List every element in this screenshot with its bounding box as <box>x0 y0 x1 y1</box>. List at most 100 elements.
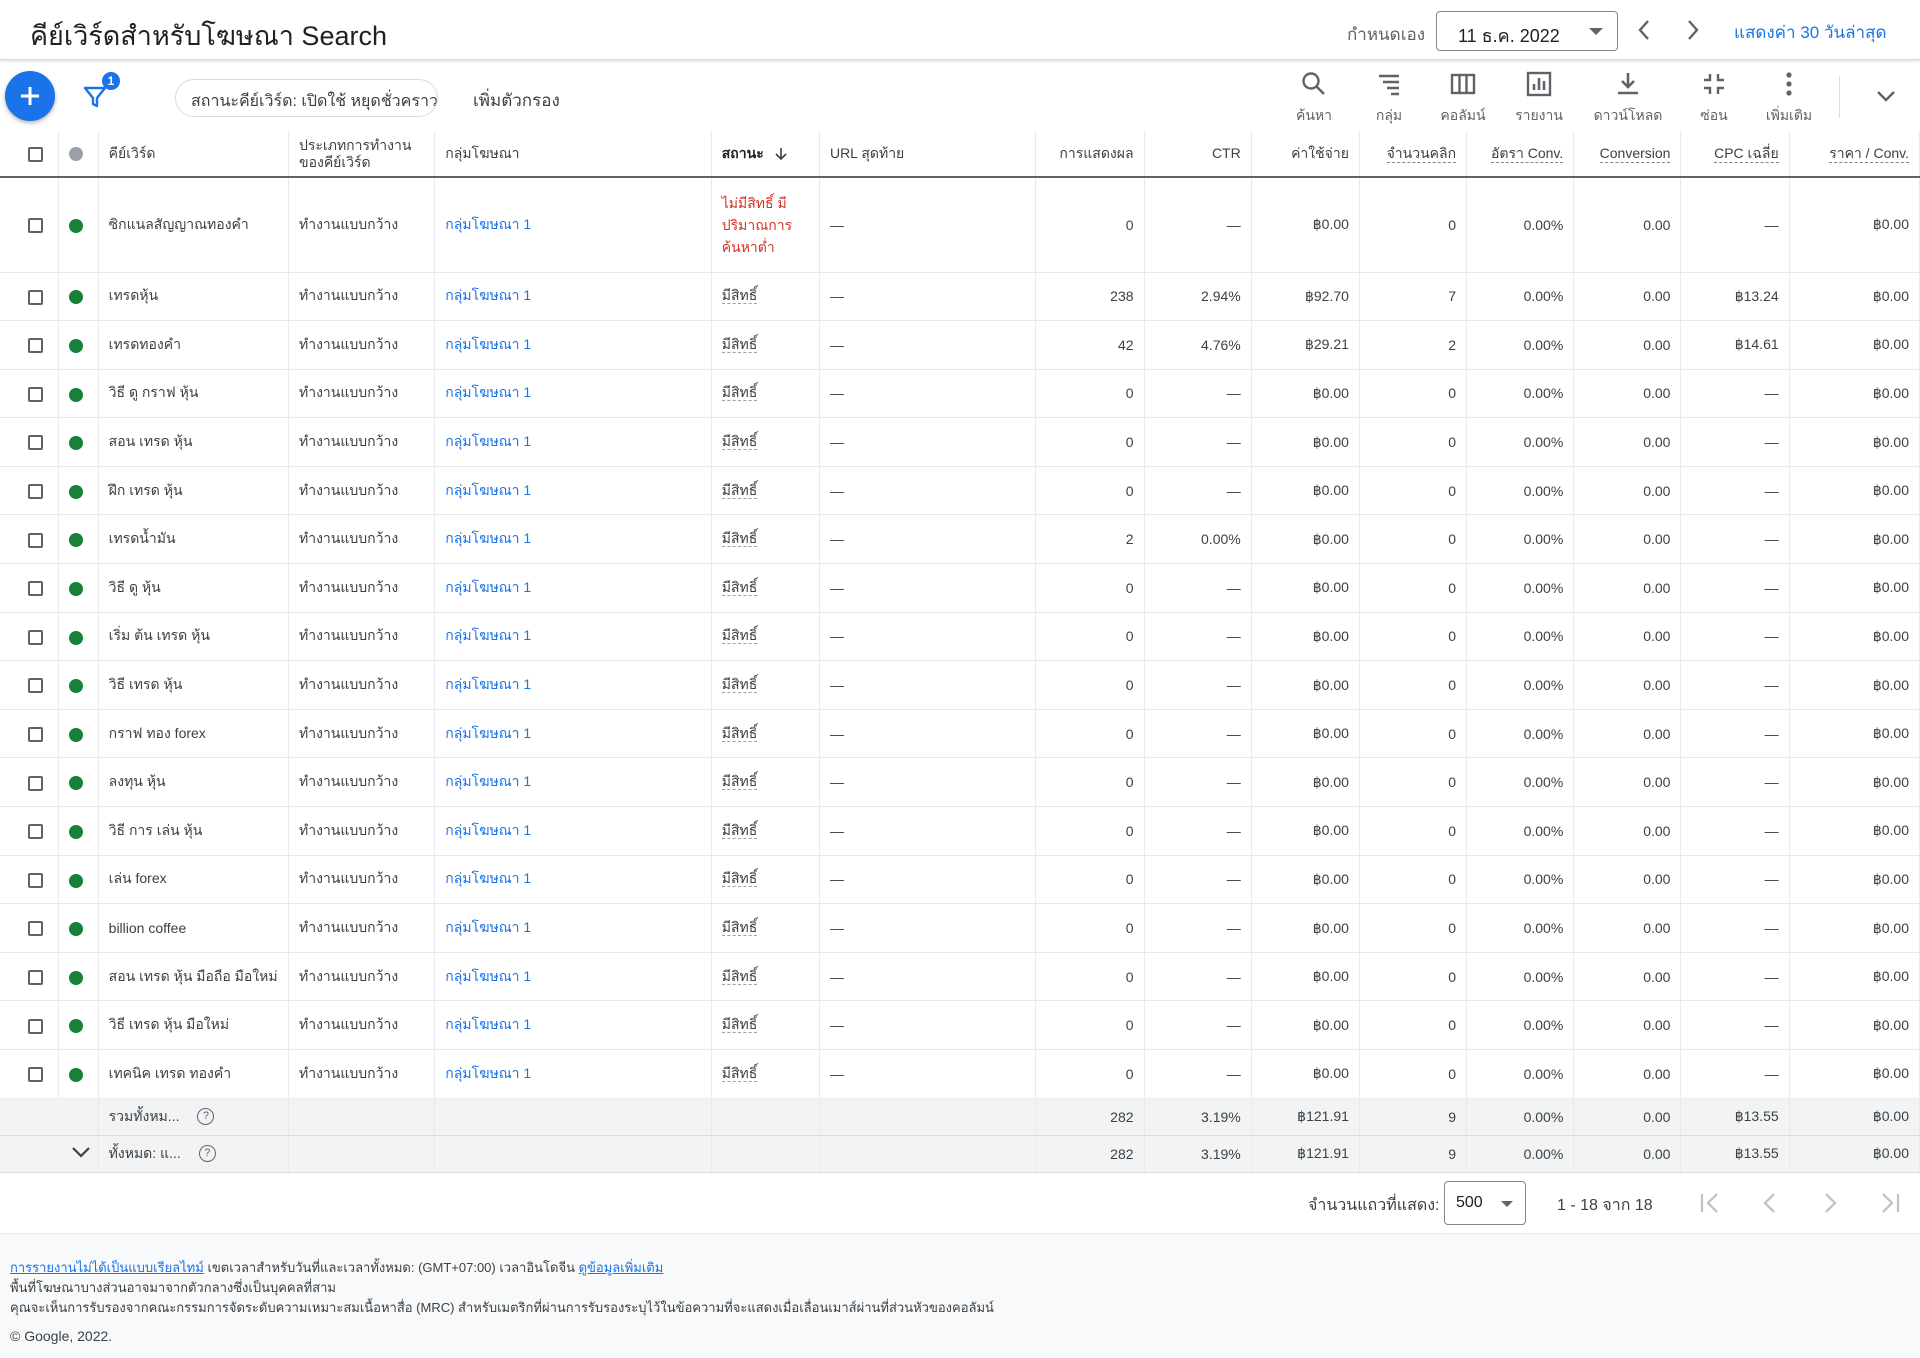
keyword-cell[interactable]: วิธี เทรด หุ้น มือใหม่ <box>98 1000 290 1050</box>
add-filter-button[interactable]: เพิ่มตัวกรอง <box>473 87 560 114</box>
enabled-status-dot[interactable] <box>68 776 83 791</box>
enabled-status-dot[interactable] <box>68 290 83 305</box>
row-checkbox[interactable] <box>28 218 43 234</box>
collapse-tool-button[interactable]: ซ่อน <box>1679 70 1749 127</box>
search-tool-button[interactable]: ค้นหา <box>1279 70 1349 127</box>
keyword-cell[interactable]: ฝึก เทรด หุ้น <box>98 466 290 516</box>
enabled-status-dot[interactable] <box>68 824 83 839</box>
row-checkbox[interactable] <box>28 1018 43 1034</box>
keyword-cell[interactable]: สอน เทรด หุ้น <box>98 417 290 467</box>
enabled-status-dot[interactable] <box>68 484 83 499</box>
ad-group-link[interactable]: กลุ่มโฆษณา 1 <box>434 1049 712 1099</box>
row-checkbox[interactable] <box>28 484 43 500</box>
header-match-type[interactable]: ประเภทการทำงานของคีย์เวิร์ด <box>288 131 436 178</box>
row-checkbox[interactable] <box>28 386 43 402</box>
header-ctr[interactable]: CTR <box>1144 131 1252 178</box>
ad-group-link[interactable]: กลุ่มโฆษณา 1 <box>434 466 712 516</box>
header-conversions[interactable]: Conversion <box>1573 131 1682 178</box>
keyword-cell[interactable]: เทรดน้ำมัน <box>98 514 290 565</box>
row-checkbox[interactable] <box>28 727 43 743</box>
chevron-down-icon[interactable] <box>70 1141 92 1163</box>
enabled-status-dot[interactable] <box>68 1019 83 1034</box>
ad-group-link[interactable]: กลุ่มโฆษณา 1 <box>434 806 712 856</box>
header-status[interactable]: สถานะ <box>711 131 820 178</box>
ad-group-link[interactable]: กลุ่มโฆษณา 1 <box>434 709 712 759</box>
ad-group-link[interactable]: กลุ่มโฆษณา 1 <box>434 903 712 953</box>
learn-more-link[interactable]: ดูข้อมูลเพิ่มเติม <box>579 1260 664 1275</box>
keyword-cell[interactable]: วิธี เทรด หุ้น <box>98 660 290 710</box>
keyword-cell[interactable]: วิธี ดู กราฟ หุ้น <box>98 369 290 419</box>
ad-group-link[interactable]: กลุ่มโฆษณา 1 <box>434 417 712 467</box>
not-realtime-link[interactable]: การรายงานไม่ได้เป็นแบบเรียลไทม์ <box>10 1260 204 1275</box>
header-ad-group[interactable]: กลุ่มโฆษณา <box>434 131 712 178</box>
ad-group-link[interactable]: กลุ่มโฆษณา 1 <box>434 514 712 565</box>
rows-per-page-select[interactable]: 500 <box>1444 1181 1526 1225</box>
ad-group-link[interactable]: กลุ่มโฆษณา 1 <box>434 952 712 1002</box>
header-avg-cpc[interactable]: CPC เฉลี่ย <box>1680 131 1790 178</box>
keyword-cell[interactable]: เล่น forex <box>98 855 290 905</box>
enabled-status-dot[interactable] <box>68 339 83 354</box>
header-cost-per-conv[interactable]: ราคา / Conv. <box>1789 131 1920 178</box>
ad-group-link[interactable]: กลุ่มโฆษณา 1 <box>434 320 712 370</box>
add-keyword-button[interactable] <box>5 71 55 121</box>
row-checkbox[interactable] <box>28 678 43 694</box>
date-range-picker[interactable]: 11 ธ.ค. 2022 <box>1436 11 1618 51</box>
enabled-status-dot[interactable] <box>68 436 83 451</box>
previous-period-button[interactable] <box>1633 17 1655 43</box>
enabled-status-dot[interactable] <box>68 727 83 742</box>
row-checkbox[interactable] <box>28 775 43 791</box>
keyword-cell[interactable]: วิธี ดู หุ้น <box>98 563 290 613</box>
keyword-cell[interactable]: ลงทุน หุ้น <box>98 757 290 808</box>
status-filter-dot[interactable] <box>68 147 83 162</box>
previous-page-button[interactable] <box>1757 1190 1783 1216</box>
last-page-button[interactable] <box>1877 1190 1903 1216</box>
enabled-status-dot[interactable] <box>68 387 83 402</box>
keyword-cell[interactable]: เทรดทองคำ <box>98 320 290 370</box>
first-page-button[interactable] <box>1697 1190 1723 1216</box>
row-checkbox[interactable] <box>28 338 43 354</box>
row-checkbox[interactable] <box>28 824 43 840</box>
keyword-cell[interactable]: billion coffee <box>98 903 290 953</box>
ad-group-link[interactable]: กลุ่มโฆษณา 1 <box>434 177 712 273</box>
columns-tool-button[interactable]: คอลัมน์ <box>1428 70 1498 127</box>
report-tool-button[interactable]: รายงาน <box>1504 70 1574 127</box>
help-icon[interactable]: ? <box>198 1145 216 1163</box>
header-conv-rate[interactable]: อัตรา Conv. <box>1466 131 1575 178</box>
keyword-status-filter-chip[interactable]: สถานะคีย์เวิร์ด: เปิดใช้ หยุดชั่วคราว <box>175 79 438 117</box>
row-checkbox[interactable] <box>28 629 43 645</box>
enabled-status-dot[interactable] <box>68 1067 83 1082</box>
enabled-status-dot[interactable] <box>68 582 83 596</box>
header-clicks[interactable]: จำนวนคลิก <box>1359 131 1468 178</box>
ad-group-link[interactable]: กลุ่มโฆษณา 1 <box>434 612 712 662</box>
row-checkbox[interactable] <box>28 289 43 305</box>
ad-group-link[interactable]: กลุ่มโฆษณา 1 <box>434 272 712 322</box>
select-all-checkbox[interactable] <box>28 146 43 162</box>
row-checkbox[interactable] <box>28 970 43 985</box>
next-period-button[interactable] <box>1682 17 1704 43</box>
keyword-cell[interactable]: เทคนิค เทรด ทองคำ <box>98 1049 290 1099</box>
expand-toolbar-button[interactable] <box>1874 84 1898 108</box>
more-tool-button[interactable]: เพิ่มเติม <box>1754 70 1824 127</box>
enabled-status-dot[interactable] <box>68 218 83 233</box>
enabled-status-dot[interactable] <box>68 630 83 645</box>
row-checkbox[interactable] <box>28 921 43 937</box>
next-page-button[interactable] <box>1817 1190 1843 1216</box>
enabled-status-dot[interactable] <box>68 533 83 548</box>
header-final-url[interactable]: URL สุดท้าย <box>819 131 1037 178</box>
header-cost[interactable]: ค่าใช้จ่าย <box>1251 131 1360 178</box>
ad-group-link[interactable]: กลุ่มโฆษณา 1 <box>434 660 712 710</box>
help-icon[interactable]: ? <box>197 1108 215 1126</box>
row-checkbox[interactable] <box>28 581 43 597</box>
ad-group-link[interactable]: กลุ่มโฆษณา 1 <box>434 369 712 419</box>
keyword-cell[interactable]: กราฟ ทอง forex <box>98 709 290 759</box>
download-tool-button[interactable]: ดาวน์โหลด <box>1593 70 1663 127</box>
keyword-cell[interactable]: ซิกแนลสัญญาณทองคำ <box>98 177 290 273</box>
ad-group-link[interactable]: กลุ่มโฆษณา 1 <box>434 1000 712 1050</box>
header-impressions[interactable]: การแสดงผล <box>1035 131 1145 178</box>
row-checkbox[interactable] <box>28 532 43 548</box>
ad-group-link[interactable]: กลุ่มโฆษณา 1 <box>434 563 712 613</box>
row-checkbox[interactable] <box>28 1067 43 1083</box>
show-last-30-days-link[interactable]: แสดงค่า 30 วันล่าสุด <box>1734 19 1887 46</box>
keyword-cell[interactable]: สอน เทรด หุ้น มือถือ มือใหม่ <box>98 952 290 1002</box>
enabled-status-dot[interactable] <box>68 873 83 888</box>
